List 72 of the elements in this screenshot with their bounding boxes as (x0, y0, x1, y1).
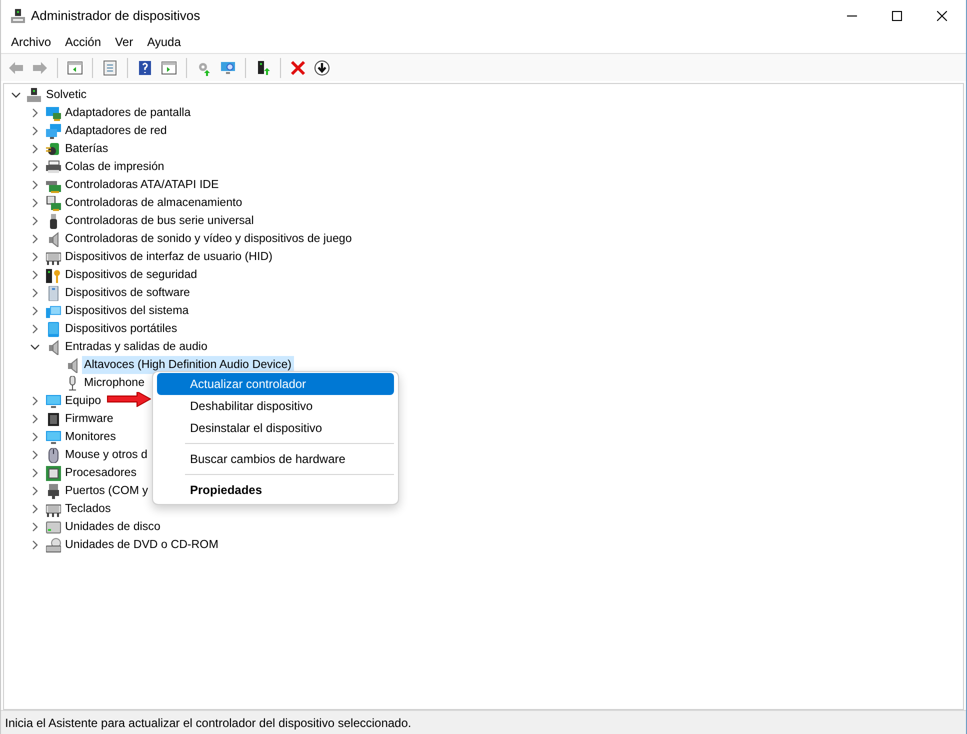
back-arrow-icon (8, 60, 24, 76)
menu-option[interactable]: Buscar cambios de hardware (157, 448, 394, 470)
add-device-icon (255, 60, 271, 76)
expand-chevron-icon[interactable] (30, 126, 40, 136)
menu-option[interactable]: Propiedades (157, 479, 394, 501)
forward-arrow-icon (32, 60, 48, 76)
speaker-icon (46, 232, 61, 246)
chip-icon (46, 412, 61, 426)
expand-chevron-icon[interactable] (30, 270, 40, 280)
expand-chevron-icon[interactable] (30, 144, 40, 154)
status-text: Inicia el Asistente para actualizar el controlador del dispositivo seleccionado. (5, 714, 412, 732)
collapse-chevron-icon[interactable] (30, 342, 40, 352)
network-icon (46, 124, 61, 138)
expand-chevron-icon[interactable] (30, 450, 40, 460)
help-icon (137, 60, 153, 76)
port-icon (46, 484, 61, 498)
menu-option[interactable]: Actualizar controlador (157, 373, 394, 395)
expand-chevron-icon[interactable] (30, 198, 40, 208)
computer-icon (27, 88, 42, 102)
disc-drive-icon (46, 538, 61, 552)
mouse-icon (46, 448, 61, 462)
monitor-icon (46, 304, 61, 318)
tower-icon (46, 286, 61, 300)
menu-option[interactable]: Desinstalar el dispositivo (157, 417, 394, 439)
expand-chevron-icon[interactable] (30, 468, 40, 478)
chip-icon (46, 466, 61, 480)
device-icon (46, 322, 61, 336)
expand-chevron-icon[interactable] (30, 216, 40, 226)
properties-icon (102, 60, 118, 76)
monitor-icon (46, 394, 61, 408)
window-title: Administrador de dispositivos (31, 7, 200, 26)
expand-chevron-icon[interactable] (30, 504, 40, 514)
display-card-icon (46, 106, 61, 120)
expand-chevron-icon[interactable] (30, 396, 40, 406)
device-manager-icon (11, 9, 25, 23)
collapse-chevron-icon[interactable] (11, 90, 21, 100)
expand-chevron-icon[interactable] (30, 306, 40, 316)
storage-icon (46, 196, 61, 210)
menu-item[interactable]: Ver (109, 32, 140, 52)
menu-option[interactable]: Deshabilitar dispositivo (157, 395, 394, 417)
speaker-icon (65, 358, 80, 372)
keyboard-icon (46, 502, 61, 516)
expand-chevron-icon[interactable] (30, 108, 40, 118)
expand-chevron-icon[interactable] (30, 522, 40, 532)
expand-chevron-icon[interactable] (30, 414, 40, 424)
key-icon (46, 268, 61, 282)
expand-chevron-icon[interactable] (30, 288, 40, 298)
printer-icon (46, 160, 61, 174)
monitor-icon (46, 430, 61, 444)
expand-chevron-icon[interactable] (30, 252, 40, 262)
maximize-icon (892, 11, 902, 21)
expand-chevron-icon[interactable] (30, 180, 40, 190)
download-icon (314, 60, 330, 76)
speaker-icon (46, 340, 61, 354)
drive-icon (46, 520, 61, 534)
expand-chevron-icon[interactable] (30, 540, 40, 550)
expand-chevron-icon[interactable] (30, 162, 40, 172)
expand-chevron-icon[interactable] (30, 324, 40, 334)
menu-item[interactable]: Ayuda (141, 32, 187, 52)
scan-monitor-icon (220, 60, 236, 76)
panel-icon (161, 60, 177, 76)
close-icon (936, 11, 946, 21)
expand-chevron-icon[interactable] (30, 486, 40, 496)
expand-chevron-icon[interactable] (30, 432, 40, 442)
pointer-arrow (107, 391, 151, 407)
expand-chevron-icon[interactable] (30, 234, 40, 244)
keyboard-icon (46, 250, 61, 264)
battery-icon (46, 142, 61, 156)
delete-icon (290, 60, 306, 76)
menu-item[interactable]: Acción (59, 32, 108, 52)
menu-item[interactable]: Archivo (5, 32, 58, 52)
panel-icon (67, 60, 83, 76)
